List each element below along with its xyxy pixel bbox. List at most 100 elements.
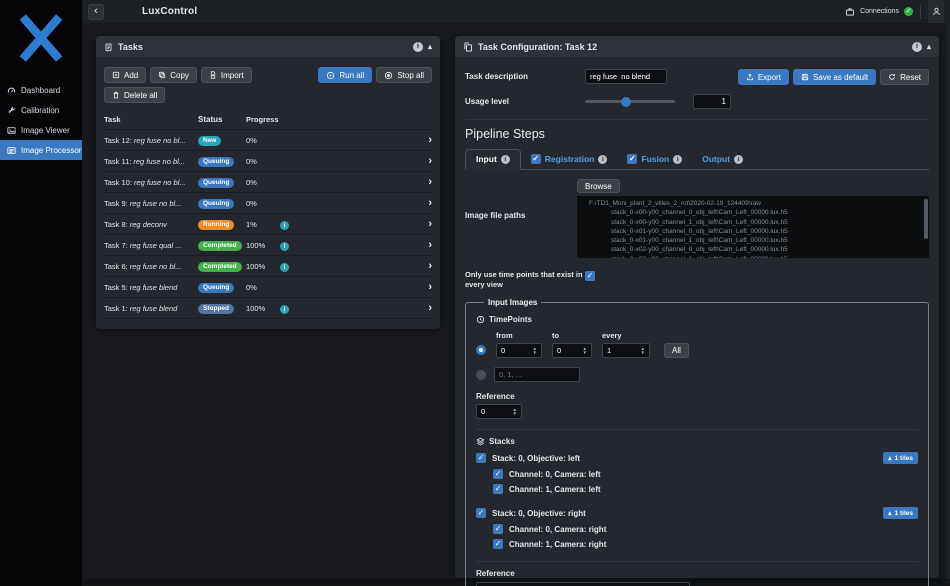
stop-all-button[interactable]: Stop all [376, 67, 432, 83]
table-row[interactable]: Task 10:reg fuse no bl... Queuing 0% › [104, 172, 432, 193]
sidebar-item-label: Dashboard [21, 86, 60, 95]
table-row[interactable]: Task 11:reg fuse no bl... Queuing 0% › [104, 151, 432, 172]
info-icon[interactable]: i [280, 305, 289, 314]
stack-reference-select[interactable]: Stack: 0-x00-y00, Objective: left, Chann… [476, 582, 690, 586]
timepoints-list-input[interactable] [494, 367, 580, 382]
info-icon[interactable]: i [280, 263, 289, 272]
user-button[interactable] [928, 0, 944, 23]
chevron-right-icon[interactable]: › [302, 240, 432, 250]
stack-right-checkbox[interactable]: ✓ [476, 508, 486, 518]
every-input[interactable]: 1 ▲▼ [602, 343, 650, 358]
collapse-icon[interactable]: ▴ [927, 42, 931, 51]
timepoints-reference-input[interactable]: 0 ▲▼ [476, 404, 522, 419]
table-row[interactable]: Task 1:reg fuse blend Stopped 100% i › [104, 298, 432, 319]
tasks-panel-title: Tasks [118, 42, 143, 52]
registration-checkbox[interactable]: ✓ [531, 154, 541, 164]
info-icon[interactable]: i [413, 42, 423, 52]
timepoints-list-radio[interactable] [476, 370, 486, 380]
sidebar-item-calibration[interactable]: Calibration [0, 100, 82, 120]
status-badge: Completed [198, 241, 242, 251]
task-description-input[interactable] [585, 69, 667, 84]
spinner-icon[interactable]: ▲▼ [641, 347, 645, 355]
chevron-right-icon[interactable]: › [302, 135, 432, 145]
stack-left-checkbox[interactable]: ✓ [476, 453, 486, 463]
reset-button[interactable]: Reset [880, 69, 929, 85]
info-icon[interactable]: i [734, 155, 743, 164]
table-row[interactable]: Task 7:reg fuse qual ... Completed 100% … [104, 235, 432, 256]
run-all-button[interactable]: Run all [318, 67, 372, 83]
channel-label: Channel: 0, Camera: right [509, 525, 606, 534]
chevron-right-icon[interactable]: › [302, 198, 432, 208]
tab-output[interactable]: Output i [692, 150, 753, 169]
channel-checkbox[interactable]: ✓ [493, 484, 503, 494]
save-as-default-button[interactable]: Save as default [793, 69, 876, 85]
info-icon[interactable]: i [598, 155, 607, 164]
sidebar-item-image-viewer[interactable]: Image Viewer [0, 120, 82, 140]
sidebar-item-dashboard[interactable]: Dashboard [0, 80, 82, 100]
chevron-right-icon[interactable]: › [302, 303, 432, 313]
channel-checkbox[interactable]: ✓ [493, 524, 503, 534]
sidebar: Dashboard Calibration Image Viewer Image… [0, 0, 82, 586]
table-row[interactable]: Task 9:reg fuse no bl... Queuing 0% › [104, 193, 432, 214]
tiles-collapse-button[interactable]: ▴ 1 tiles [883, 452, 918, 464]
connections-status[interactable]: Connections ✓ [845, 7, 913, 17]
page-scrollbar[interactable] [946, 23, 950, 586]
tiles-collapse-button[interactable]: ▴ 1 tiles [883, 507, 918, 519]
to-input[interactable]: 0 ▲▼ [552, 343, 592, 358]
path-line: stack_0-x02-y00_channel_1_obj_left\Cam_L… [577, 255, 929, 258]
info-icon[interactable]: i [501, 155, 510, 164]
spinner-icon[interactable]: ▲▼ [533, 347, 537, 355]
chevron-right-icon[interactable]: › [302, 177, 432, 187]
paths-scrollbar[interactable] [924, 199, 928, 239]
luxcontrol-logo [13, 10, 69, 66]
import-button[interactable]: Import [201, 67, 252, 83]
delete-all-button[interactable]: Delete all [104, 87, 165, 103]
image-file-paths-box[interactable]: F:/TD1_Moni_plant_2_vtiles_2_rot\2020-02… [577, 196, 929, 258]
chevron-right-icon[interactable]: › [302, 156, 432, 166]
image-processor-icon [7, 146, 16, 155]
sidebar-item-image-processor[interactable]: Image Processor [0, 140, 82, 160]
files-icon [463, 42, 473, 52]
tab-input[interactable]: Input i [465, 149, 521, 170]
timepoints-label: TimePoints [489, 315, 532, 324]
task-name: reg fuse no bl... [130, 262, 182, 271]
spinner-icon[interactable]: ▲▼ [583, 347, 587, 355]
only-use-timepoints-checkbox[interactable]: ✓ [585, 271, 595, 281]
collapse-icon[interactable]: ▴ [428, 42, 432, 51]
add-button[interactable]: Add [104, 67, 146, 83]
usage-level-value[interactable]: 1 [693, 94, 731, 109]
tab-fusion[interactable]: ✓ Fusion i [617, 150, 692, 169]
fusion-checkbox[interactable]: ✓ [627, 154, 637, 164]
chevron-right-icon[interactable]: › [302, 219, 432, 229]
slider-thumb[interactable] [621, 97, 631, 107]
export-button[interactable]: Export [738, 69, 789, 85]
import-icon [209, 71, 217, 79]
info-icon[interactable]: i [280, 221, 289, 230]
from-input[interactable]: 0 ▲▼ [496, 343, 542, 358]
channel-label: Channel: 0, Camera: left [509, 470, 601, 479]
info-icon[interactable]: i [280, 242, 289, 251]
all-button[interactable]: All [664, 343, 689, 358]
info-icon[interactable]: i [673, 155, 682, 164]
table-row[interactable]: Task 12:reg fuse no bl... New 0% › [104, 130, 432, 151]
progress-value: 0% [246, 199, 280, 208]
timepoints-range-radio[interactable] [476, 345, 486, 355]
table-row[interactable]: Task 8:reg deconv Running 1% i › [104, 214, 432, 235]
table-row[interactable]: Task 6:reg fuse no bl... Completed 100% … [104, 256, 432, 277]
trash-icon [112, 91, 120, 99]
browse-button[interactable]: Browse [577, 179, 620, 193]
chevron-right-icon[interactable]: › [302, 282, 432, 292]
usage-level-slider[interactable] [585, 94, 675, 109]
chevron-right-icon[interactable]: › [302, 261, 432, 271]
task-name: reg fuse no bl... [133, 157, 185, 166]
pipeline-tabs: Input i ✓ Registration i ✓ Fusion i Outp… [465, 149, 929, 170]
info-icon[interactable]: i [912, 42, 922, 52]
spinner-icon[interactable]: ▲▼ [513, 408, 517, 416]
back-button[interactable]: ‹ [88, 4, 104, 20]
table-row[interactable]: Task 5:reg fuse blend Queuing 0% › [104, 277, 432, 298]
tab-registration[interactable]: ✓ Registration i [521, 150, 618, 169]
channel-checkbox[interactable]: ✓ [493, 469, 503, 479]
task-prefix: Task 7: [104, 241, 128, 250]
copy-button[interactable]: Copy [150, 67, 197, 83]
channel-checkbox[interactable]: ✓ [493, 539, 503, 549]
